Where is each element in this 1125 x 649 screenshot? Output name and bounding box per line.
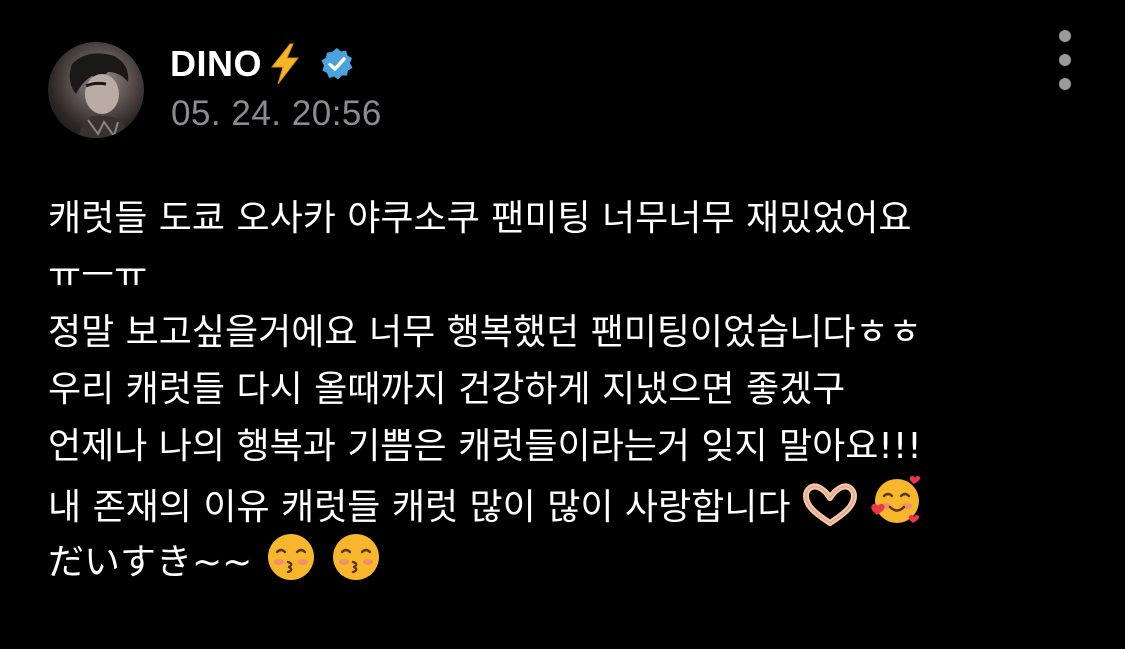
kissing-face-icon	[267, 534, 314, 580]
lightning-bolt-icon	[270, 43, 300, 85]
vertical-ellipsis-icon	[1059, 30, 1071, 42]
post-line-7: だいすき~~	[48, 542, 253, 583]
post-line-6: 내 존재의 이유 캐럿들 캐럿 많이 많이 사랑합니다	[48, 487, 791, 528]
post-line-5: 언제나 나의 행복과 기쁨은 캐럿들이라는거 잊지 말아요!!!	[48, 426, 922, 467]
post-line-2: ㅠㅡㅠ	[48, 255, 148, 296]
vertical-ellipsis-dot	[1059, 54, 1071, 66]
heart-hands-icon	[802, 483, 857, 526]
post-timestamp: 05. 24. 20:56	[171, 94, 382, 133]
post-header: DINO 05. 24. 20:56	[48, 40, 1078, 140]
vertical-ellipsis-dot	[1059, 78, 1071, 90]
post-body: 캐럿들 도쿄 오사카 야쿠소쿠 팬미팅 너무너무 재밌었어요 ㅠㅡㅠ 정말 보고…	[48, 190, 1098, 589]
post-line-1: 캐럿들 도쿄 오사카 야쿠소쿠 팬미팅 너무너무 재밌었어요	[48, 198, 912, 239]
post-card: DINO 05. 24. 20:56 캐럿들 도쿄 오사카 야쿠소쿠 팬미팅 너…	[0, 0, 1125, 649]
kissing-face-icon	[333, 534, 380, 580]
avatar[interactable]	[48, 42, 144, 138]
post-line-4: 우리 캐럿들 다시 올때까지 건강하게 지냈으면 좋겠구	[48, 369, 846, 410]
post-line-7-row: だいすき~~	[48, 532, 1098, 589]
smiling-face-with-hearts-icon	[871, 475, 921, 523]
verified-badge-icon	[321, 48, 353, 80]
more-options-button[interactable]	[1046, 28, 1084, 92]
avatar-image	[69, 53, 130, 138]
author-row: DINO	[170, 40, 354, 88]
author-name[interactable]: DINO	[170, 43, 262, 85]
post-line-6-row: 내 존재의 이유 캐럿들 캐럿 많이 많이 사랑합니다	[48, 475, 1098, 532]
post-line-3: 정말 보고싶을거에요 너무 행복했던 팬미팅이었습니다ㅎㅎ	[48, 312, 922, 353]
